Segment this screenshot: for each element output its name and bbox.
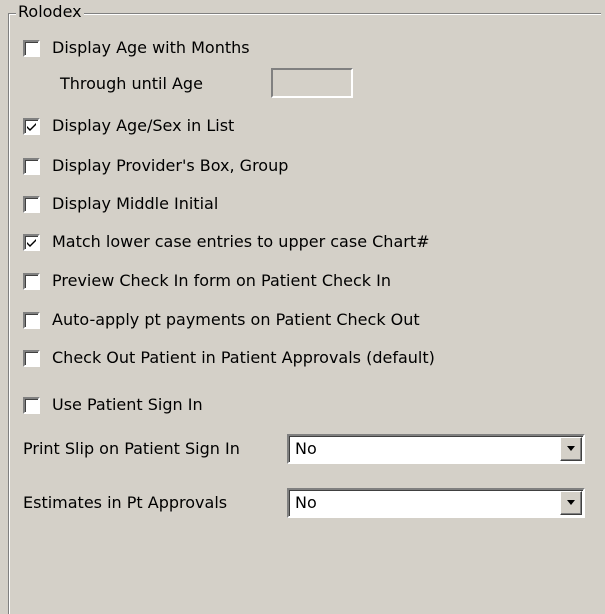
option-match-lower-case[interactable]: Match lower case entries to upper case C… — [23, 231, 430, 253]
display-middle-initial-label: Display Middle Initial — [52, 194, 219, 213]
use-patient-sign-in-checkbox[interactable] — [23, 396, 40, 414]
display-age-months-checkbox[interactable] — [23, 39, 40, 57]
display-age-sex-label: Display Age/Sex in List — [52, 116, 235, 135]
estimates-label: Estimates in Pt Approvals — [23, 493, 228, 512]
auto-apply-payments-label: Auto-apply pt payments on Patient Check … — [52, 310, 420, 329]
option-display-provider-box[interactable]: Display Provider's Box, Group — [23, 155, 288, 177]
check-mark-icon — [27, 238, 36, 247]
estimates-select[interactable]: No — [287, 488, 585, 518]
option-display-age-sex[interactable]: Display Age/Sex in List — [23, 115, 234, 137]
check-mark-icon — [27, 122, 36, 131]
check-out-approvals-label: Check Out Patient in Patient Approvals (… — [52, 348, 435, 367]
print-slip-dropdown-button[interactable] — [560, 437, 582, 461]
print-slip-select[interactable]: No — [287, 434, 585, 464]
check-out-approvals-checkbox[interactable] — [23, 349, 40, 367]
display-middle-initial-checkbox[interactable] — [23, 195, 40, 213]
display-age-sex-checkbox[interactable] — [23, 117, 40, 135]
preview-check-in-label: Preview Check In form on Patient Check I… — [52, 271, 391, 290]
print-slip-label: Print Slip on Patient Sign In — [23, 439, 240, 458]
display-provider-box-checkbox[interactable] — [23, 157, 40, 175]
option-preview-check-in[interactable]: Preview Check In form on Patient Check I… — [23, 270, 391, 292]
through-until-age-label: Through until Age — [60, 74, 203, 93]
preview-check-in-checkbox[interactable] — [23, 272, 40, 290]
option-auto-apply-payments[interactable]: Auto-apply pt payments on Patient Check … — [23, 309, 420, 331]
print-slip-value: No — [295, 439, 317, 458]
group-title: Rolodex — [16, 2, 84, 22]
match-lower-case-label: Match lower case entries to upper case C… — [52, 232, 430, 251]
auto-apply-payments-checkbox[interactable] — [23, 311, 40, 329]
option-display-middle-initial[interactable]: Display Middle Initial — [23, 193, 218, 215]
match-lower-case-checkbox[interactable] — [23, 233, 40, 251]
option-use-patient-sign-in[interactable]: Use Patient Sign In — [23, 394, 203, 416]
chevron-down-icon — [567, 500, 575, 505]
through-until-age-field[interactable] — [271, 68, 353, 98]
option-check-out-approvals[interactable]: Check Out Patient in Patient Approvals (… — [23, 347, 435, 369]
display-age-months-label: Display Age with Months — [52, 38, 250, 57]
estimates-dropdown-button[interactable] — [560, 491, 582, 515]
chevron-down-icon — [567, 446, 575, 451]
use-patient-sign-in-label: Use Patient Sign In — [52, 395, 203, 414]
estimates-value: No — [295, 493, 317, 512]
display-provider-box-label: Display Provider's Box, Group — [52, 156, 289, 175]
option-display-age-months[interactable]: Display Age with Months — [23, 37, 250, 59]
